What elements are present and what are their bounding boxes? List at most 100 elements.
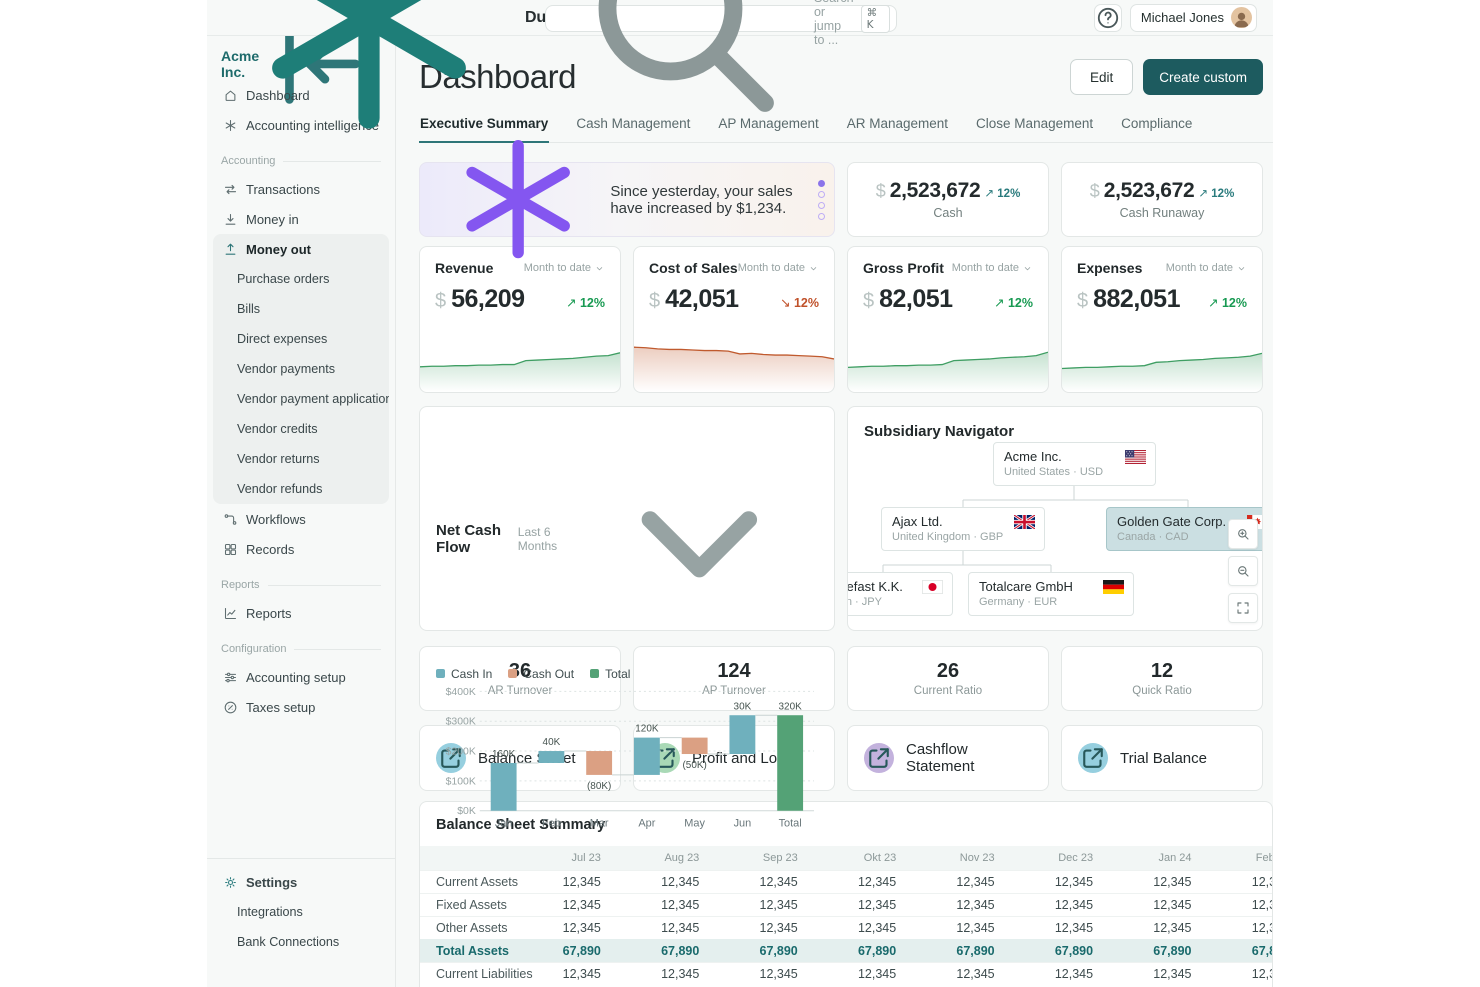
sidebar-item-accounting-setup[interactable]: Accounting setup <box>207 662 395 692</box>
svg-text:40K: 40K <box>543 737 561 748</box>
cash-delta: ↗ 12% <box>984 186 1020 200</box>
sidebar-item-vendor-payment-applications[interactable]: Vendor payment applications <box>213 384 389 414</box>
cell-value: 12,345 <box>1208 870 1274 893</box>
sidebar-item-money-in[interactable]: Money in <box>207 204 395 234</box>
kpi-value: 42,051 <box>665 285 738 314</box>
period-selector[interactable]: Month to date <box>952 262 1033 274</box>
currency-symbol: $ <box>435 290 446 313</box>
balance-sheet-table: Jul 23Aug 23Sep 23Okt 23Nov 23Dec 23Jan … <box>420 846 1273 985</box>
sidebar-item-vendor-credits[interactable]: Vendor credits <box>213 414 389 444</box>
sidebar-item-vendor-returns[interactable]: Vendor returns <box>213 444 389 474</box>
sidebar-item-transactions[interactable]: Transactions <box>207 174 395 204</box>
cell-value: 12,345 <box>1011 916 1109 939</box>
sidebar-item-bills[interactable]: Bills <box>213 294 389 324</box>
search-input[interactable]: Search or jump to ... ⌘ K <box>545 5 897 32</box>
transfer-icon <box>223 182 238 197</box>
column-header: Nov 23 <box>912 846 1010 870</box>
kpi-delta: ↗ 12% <box>1208 295 1247 310</box>
period-selector[interactable]: Month to date <box>738 262 819 274</box>
edit-button[interactable]: Edit <box>1070 59 1133 95</box>
org-node-ajax-ltd[interactable]: Ajax Ltd.United Kingdom · GBP <box>881 507 1045 551</box>
sidebar-item-integrations[interactable]: Integrations <box>207 897 395 927</box>
topbar: DualEntry Search or jump to ... ⌘ K Mich… <box>207 0 1273 36</box>
table-row: Fixed Assets12,34512,34512,34512,34512,3… <box>420 893 1273 916</box>
fullscreen-button[interactable] <box>1228 593 1258 623</box>
ratio-card-quick-ratio: 12Quick Ratio <box>1061 646 1263 711</box>
banner-dot[interactable] <box>818 191 825 198</box>
cash-label: Cash <box>933 206 962 220</box>
kpi-sparkline <box>848 336 1048 392</box>
sidebar-item-direct-expenses[interactable]: Direct expenses <box>213 324 389 354</box>
svg-text:Mar: Mar <box>590 817 609 829</box>
cell-value: 12,345 <box>1208 893 1274 916</box>
sidebar-item-reports[interactable]: Reports <box>207 598 395 628</box>
org-node-acme-inc[interactable]: Acme Inc. United States · USD <box>993 442 1156 486</box>
cell-value: 12,345 <box>912 962 1010 985</box>
svg-text:(80K): (80K) <box>587 781 611 792</box>
report-link-cashflow-statement[interactable]: Cashflow Statement <box>847 725 1049 791</box>
user-name: Michael Jones <box>1141 10 1224 25</box>
external-link-icon <box>1078 743 1108 773</box>
cash-runaway-value: 2,523,672 <box>1104 179 1195 203</box>
kpi-card-cost-of-sales: Cost of SalesMonth to date$42,051↘ 12% <box>633 246 835 393</box>
sidebar-item-workflows[interactable]: Workflows <box>207 504 395 534</box>
zoom-in-button[interactable] <box>1228 519 1258 549</box>
column-header: Feb 24 <box>1208 846 1274 870</box>
help-icon <box>1095 5 1121 31</box>
banner-dot[interactable] <box>818 180 825 187</box>
cash-runaway-card: $ 2,523,672 ↗ 12% Cash Runaway <box>1061 162 1263 237</box>
user-menu-button[interactable]: Michael Jones <box>1130 4 1257 32</box>
kpi-sparkline <box>420 336 620 392</box>
summary-row: Since yesterday, your sales have increas… <box>419 162 1263 237</box>
org-chart-canvas[interactable]: Acme Inc. United States · USD Ajax Ltd.Uni… <box>848 407 1262 630</box>
create-custom-button[interactable]: Create custom <box>1143 59 1263 95</box>
org-node-totalcare-gmbh[interactable]: Totalcare GmbH Germany · EUR <box>968 572 1134 616</box>
sidebar-item-bank-connections[interactable]: Bank Connections <box>207 927 395 957</box>
cell-value: 67,890 <box>617 939 715 962</box>
period-selector[interactable]: Month to date <box>1166 262 1247 274</box>
column-header: Sep 23 <box>715 846 813 870</box>
subsidiary-region: United States · USD <box>1004 466 1145 478</box>
cash-runaway-delta: ↗ 12% <box>1198 186 1234 200</box>
chevron-down-icon <box>581 421 818 658</box>
subsidiary-name: Totalcare GmbH <box>979 579 1123 594</box>
org-node-movefast-k-k[interactable]: Movefast K.K.Japan · JPY <box>847 572 953 616</box>
zoom-out-button[interactable] <box>1228 556 1258 586</box>
cell-value: 67,890 <box>814 939 912 962</box>
sidebar-item-records[interactable]: Records <box>207 534 395 564</box>
column-header <box>420 846 518 870</box>
sidebar-group-money-out: Money outPurchase ordersBillsDirect expe… <box>213 234 389 504</box>
cell-value: 67,890 <box>1109 939 1207 962</box>
ratio-value: 12 <box>1151 660 1173 683</box>
svg-text:Feb: Feb <box>542 817 561 829</box>
cell-value: 12,345 <box>912 893 1010 916</box>
workflow-icon <box>223 512 238 527</box>
cell-value: 12,345 <box>518 893 616 916</box>
kpi-value: 56,209 <box>451 285 524 314</box>
cell-value: 12,345 <box>814 870 912 893</box>
sliders-icon <box>223 670 238 685</box>
banner-dot[interactable] <box>818 213 825 220</box>
help-button[interactable] <box>1094 4 1122 32</box>
header-actions: Edit Create custom <box>1070 59 1263 95</box>
sidebar-item-vendor-refunds[interactable]: Vendor refunds <box>213 474 389 504</box>
sidebar-item-settings[interactable]: Settings <box>207 867 395 897</box>
tab-ar-management[interactable]: AR Management <box>846 116 949 142</box>
tab-close-management[interactable]: Close Management <box>975 116 1094 142</box>
column-header: Jan 24 <box>1109 846 1207 870</box>
subsidiary-region: Germany · EUR <box>979 596 1123 608</box>
tab-compliance[interactable]: Compliance <box>1120 116 1193 142</box>
cell-value: 12,345 <box>1208 916 1274 939</box>
sidebar-item-taxes-setup[interactable]: Taxes setup <box>207 692 395 722</box>
cell-value: 12,345 <box>617 962 715 985</box>
records-icon <box>223 542 238 557</box>
subsidiary-name: Acme Inc. <box>1004 449 1145 464</box>
sidebar-item-money-out[interactable]: Money out <box>213 234 389 264</box>
report-label: Cashflow Statement <box>906 741 1032 775</box>
sidebar-item-vendor-payments[interactable]: Vendor payments <box>213 354 389 384</box>
period-selector[interactable]: Last 6 Months <box>518 421 818 658</box>
report-link-trial-balance[interactable]: Trial Balance <box>1061 725 1263 791</box>
banner-dot[interactable] <box>818 202 825 209</box>
sidebar-item-purchase-orders[interactable]: Purchase orders <box>213 264 389 294</box>
row-label: Current Assets <box>420 870 518 893</box>
